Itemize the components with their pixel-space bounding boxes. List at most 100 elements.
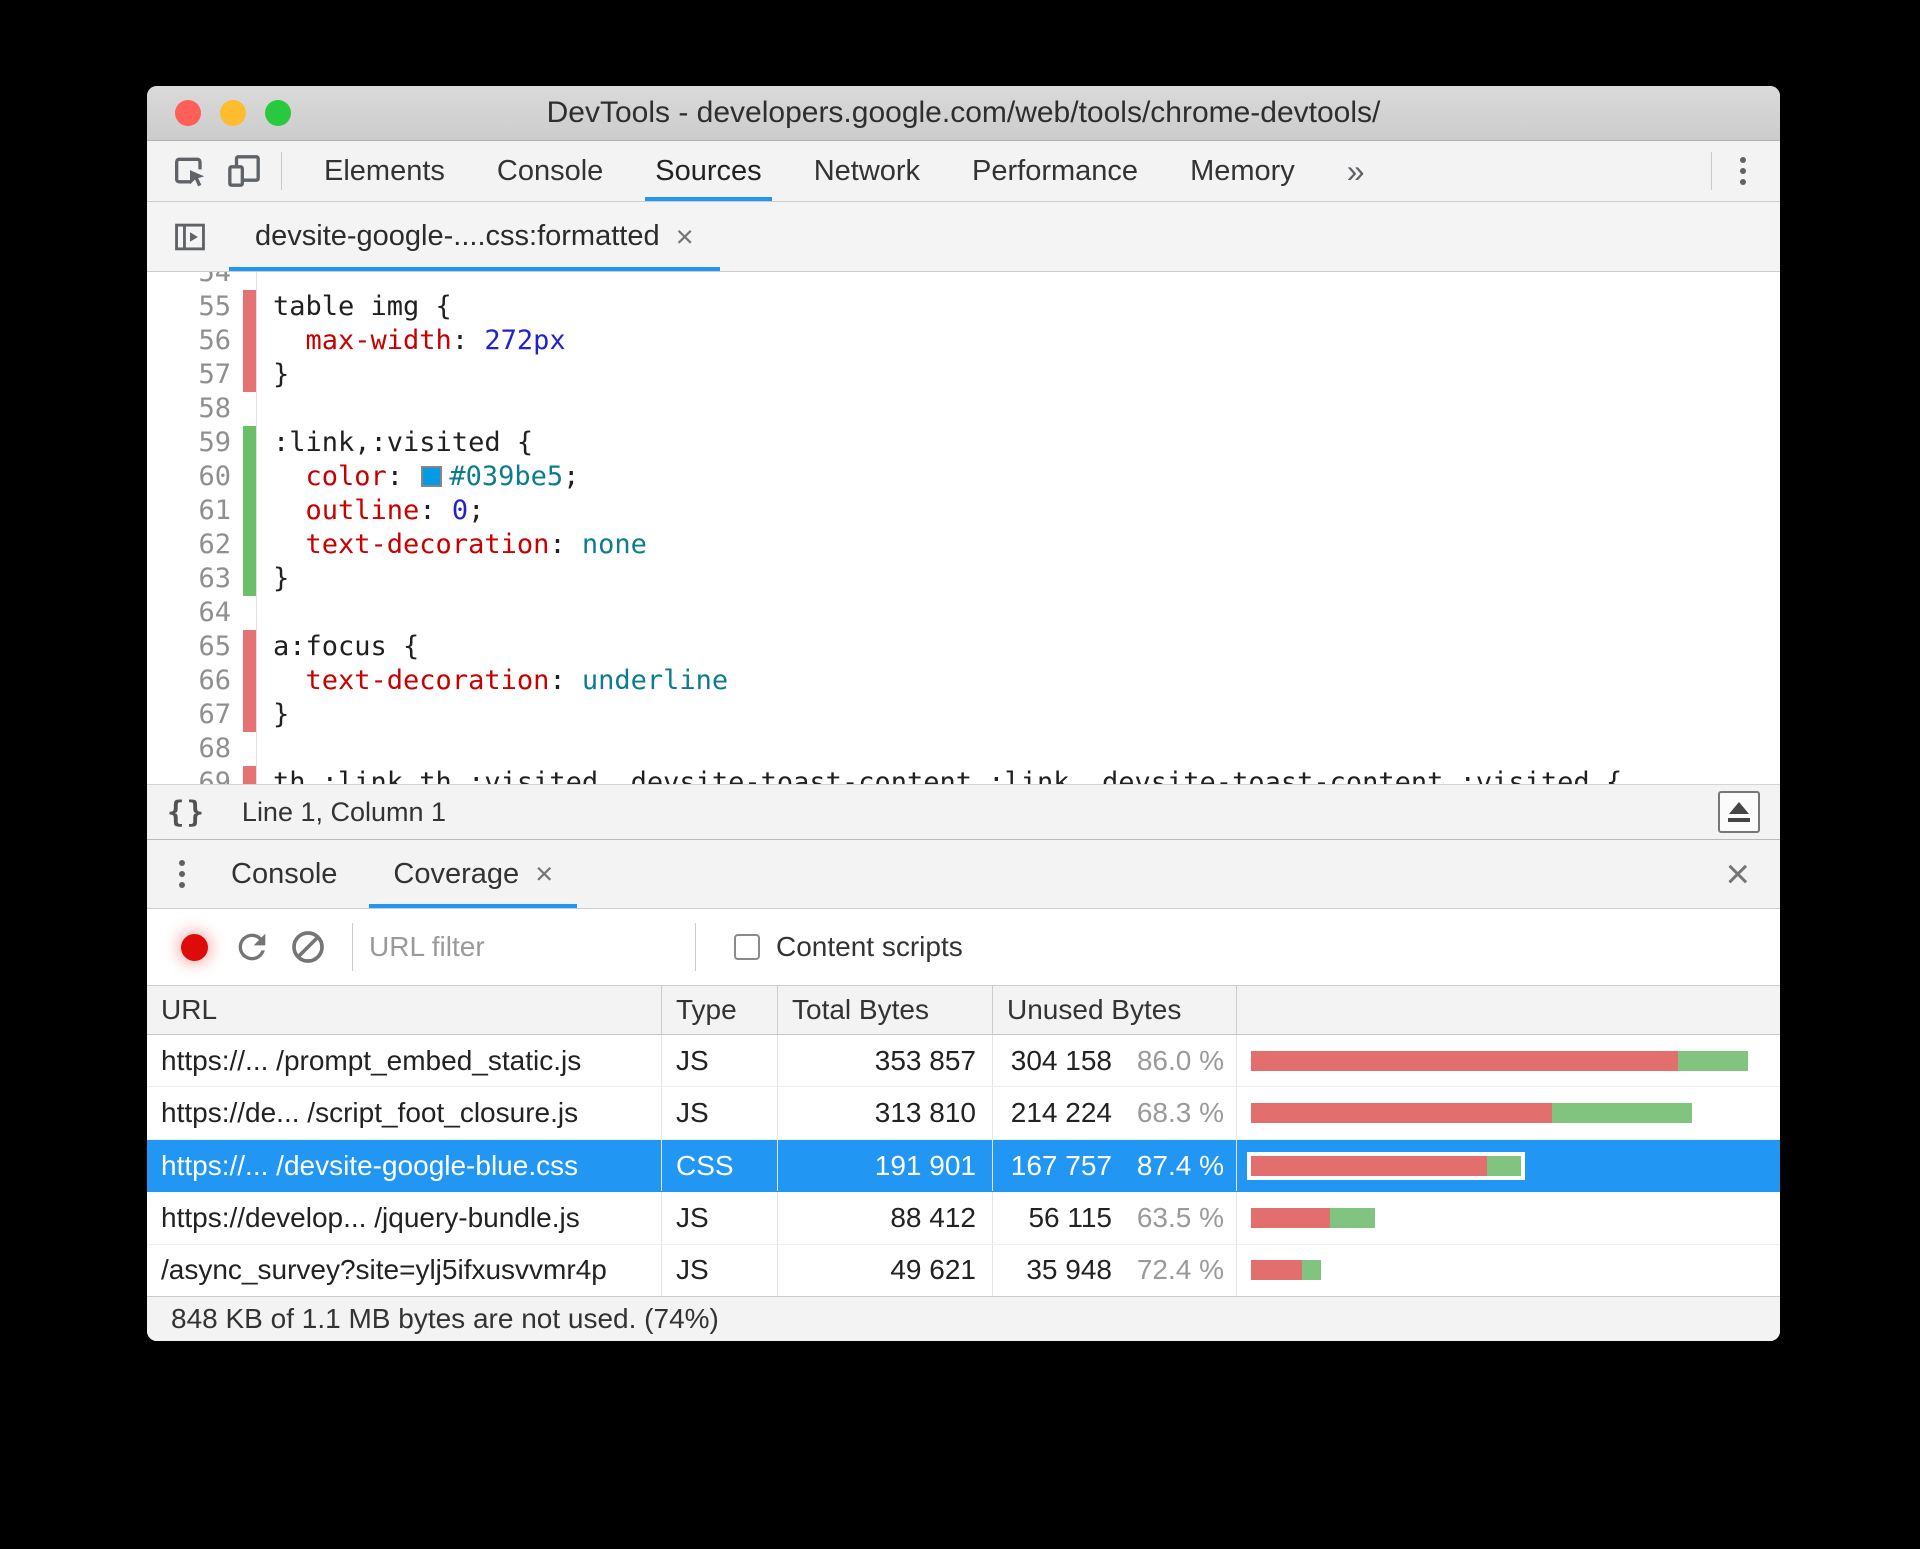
unused-bar-segment bbox=[1251, 1207, 1330, 1228]
close-window-button[interactable] bbox=[175, 100, 201, 126]
line-number[interactable]: 69 bbox=[147, 766, 243, 784]
usage-bar-cell bbox=[1236, 1087, 1780, 1139]
usage-bar-cell bbox=[1236, 1192, 1780, 1244]
drawer-tab-label: Coverage bbox=[393, 857, 520, 890]
tab-performance[interactable]: Performance bbox=[946, 141, 1164, 201]
line-number[interactable]: 65 bbox=[147, 630, 243, 664]
code-text[interactable] bbox=[256, 732, 1780, 766]
code-text[interactable] bbox=[256, 596, 1780, 630]
drawer-tab-console[interactable]: Console bbox=[203, 840, 365, 908]
code-line: 58 bbox=[147, 392, 1780, 426]
tab-console[interactable]: Console bbox=[471, 141, 629, 201]
minimize-window-button[interactable] bbox=[220, 100, 246, 126]
content-scripts-checkbox[interactable] bbox=[734, 934, 760, 960]
coverage-row[interactable]: https://... /prompt_embed_static.js JS 353… bbox=[147, 1035, 1780, 1088]
code-line: 65 a:focus { bbox=[147, 630, 1780, 664]
tab-network[interactable]: Network bbox=[788, 141, 946, 201]
coverage-summary-bar: 848 KB of 1.1 MB bytes are not used. (74… bbox=[147, 1296, 1780, 1341]
code-text[interactable]: text-decoration: none bbox=[256, 528, 1780, 562]
usage-bar-cell bbox=[1236, 1244, 1780, 1297]
code-text[interactable]: } bbox=[256, 358, 1780, 392]
navigator-toggle-icon[interactable] bbox=[163, 210, 217, 264]
coverage-gutter-none bbox=[243, 732, 256, 766]
tab-memory[interactable]: Memory bbox=[1164, 141, 1321, 201]
line-number[interactable]: 59 bbox=[147, 426, 243, 460]
line-number[interactable]: 63 bbox=[147, 562, 243, 596]
drawer-tabs: Console Coverage × bbox=[203, 840, 581, 908]
coverage-gutter-green bbox=[243, 494, 256, 528]
column-header-type[interactable]: Type bbox=[661, 986, 777, 1034]
code-text[interactable]: outline: 0; bbox=[256, 494, 1780, 528]
unused-bytes-cell: 56 115 63.5 % bbox=[992, 1192, 1236, 1244]
record-coverage-button[interactable] bbox=[181, 933, 208, 961]
line-number[interactable]: 62 bbox=[147, 528, 243, 562]
type-cell: JS bbox=[661, 1192, 777, 1244]
coverage-row[interactable]: /async_survey?site=ylj5ifxusvvmr4p JS 49 6… bbox=[147, 1244, 1780, 1297]
coverage-gutter-none bbox=[243, 272, 256, 290]
code-text[interactable]: a:focus { bbox=[256, 630, 1780, 664]
line-number[interactable]: 54 bbox=[147, 272, 243, 290]
code-line: 67} bbox=[147, 698, 1780, 732]
total-bytes-cell: 353 857 bbox=[777, 1035, 992, 1087]
color-swatch[interactable] bbox=[421, 466, 443, 487]
inspect-element-icon[interactable] bbox=[163, 144, 217, 198]
pretty-print-button[interactable]: {} bbox=[167, 795, 206, 829]
drawer-close-icon[interactable]: × bbox=[1709, 853, 1766, 895]
coverage-tab-close-icon[interactable]: × bbox=[535, 856, 553, 892]
more-tabs-icon[interactable]: » bbox=[1327, 153, 1385, 190]
main-menu-icon[interactable] bbox=[1722, 157, 1764, 185]
code-text[interactable]: color: #039be5; bbox=[256, 460, 1780, 494]
code-text[interactable] bbox=[256, 272, 1780, 290]
code-text[interactable] bbox=[256, 392, 1780, 426]
zoom-window-button[interactable] bbox=[265, 100, 291, 126]
coverage-gutter-red bbox=[243, 766, 256, 784]
url-cell: https://... /prompt_embed_static.js bbox=[161, 1044, 582, 1076]
file-tab[interactable]: devsite-google-....css:formatted × bbox=[229, 202, 720, 271]
line-number[interactable]: 55 bbox=[147, 290, 243, 324]
editor-status-bar: {} Line 1, Column 1 bbox=[147, 784, 1780, 839]
code-text[interactable]: :link,:visited { bbox=[256, 426, 1780, 460]
total-bytes-cell: 88 412 bbox=[777, 1192, 992, 1244]
code-line: 57} bbox=[147, 358, 1780, 392]
line-number[interactable]: 66 bbox=[147, 664, 243, 698]
code-text[interactable]: th :link,th :visited, devsite-toast-cont… bbox=[256, 766, 1780, 784]
tab-sources[interactable]: Sources bbox=[629, 141, 787, 201]
line-number[interactable]: 60 bbox=[147, 460, 243, 494]
type-cell: CSS bbox=[661, 1139, 777, 1192]
coverage-summary-text: 848 KB of 1.1 MB bytes are not used. (74… bbox=[171, 1303, 719, 1334]
coverage-row[interactable]: https://de... /script_foot_closure.js JS 3… bbox=[147, 1087, 1780, 1140]
line-number[interactable]: 64 bbox=[147, 596, 243, 630]
code-line: 62 text-decoration: none bbox=[147, 528, 1780, 562]
url-cell: /async_survey?site=ylj5ifxusvvmr4p bbox=[161, 1254, 607, 1286]
code-text[interactable]: text-decoration: underline bbox=[256, 664, 1780, 698]
line-number[interactable]: 61 bbox=[147, 494, 243, 528]
line-number[interactable]: 57 bbox=[147, 358, 243, 392]
drawer-menu-icon[interactable] bbox=[161, 860, 203, 888]
reload-coverage-icon[interactable] bbox=[224, 919, 280, 975]
type-cell: JS bbox=[661, 1035, 777, 1087]
open-panel-icon[interactable] bbox=[1718, 791, 1760, 833]
line-number[interactable]: 67 bbox=[147, 698, 243, 732]
column-header-total[interactable]: Total Bytes bbox=[777, 986, 992, 1034]
coverage-gutter-green bbox=[243, 460, 256, 494]
device-toolbar-icon[interactable] bbox=[217, 144, 271, 198]
code-text[interactable]: } bbox=[256, 562, 1780, 596]
line-number[interactable]: 56 bbox=[147, 324, 243, 358]
url-filter-input[interactable] bbox=[369, 931, 679, 963]
code-editor[interactable]: 54 55 table img {56 max-width: 272px 57} 58 5… bbox=[147, 272, 1780, 784]
line-number[interactable]: 58 bbox=[147, 392, 243, 426]
code-text[interactable]: } bbox=[256, 698, 1780, 732]
file-tab-close-icon[interactable]: × bbox=[676, 219, 694, 255]
coverage-row[interactable]: https://... /devsite-google-blue.css CSS 1… bbox=[147, 1139, 1780, 1193]
coverage-row[interactable]: https://develop... /jquery-bundle.js JS 88… bbox=[147, 1192, 1780, 1245]
drawer-tab-coverage[interactable]: Coverage × bbox=[365, 840, 581, 908]
code-line: 64 bbox=[147, 596, 1780, 630]
column-header-unused[interactable]: Unused Bytes bbox=[992, 986, 1236, 1034]
column-header-url[interactable]: URL bbox=[147, 986, 661, 1034]
code-text[interactable]: table img { bbox=[256, 290, 1780, 324]
devtools-window: DevTools - developers.google.com/web/too… bbox=[147, 86, 1780, 1341]
tab-elements[interactable]: Elements bbox=[298, 141, 471, 201]
code-text[interactable]: max-width: 272px bbox=[256, 324, 1780, 358]
clear-coverage-icon[interactable] bbox=[280, 919, 336, 975]
line-number[interactable]: 68 bbox=[147, 732, 243, 766]
